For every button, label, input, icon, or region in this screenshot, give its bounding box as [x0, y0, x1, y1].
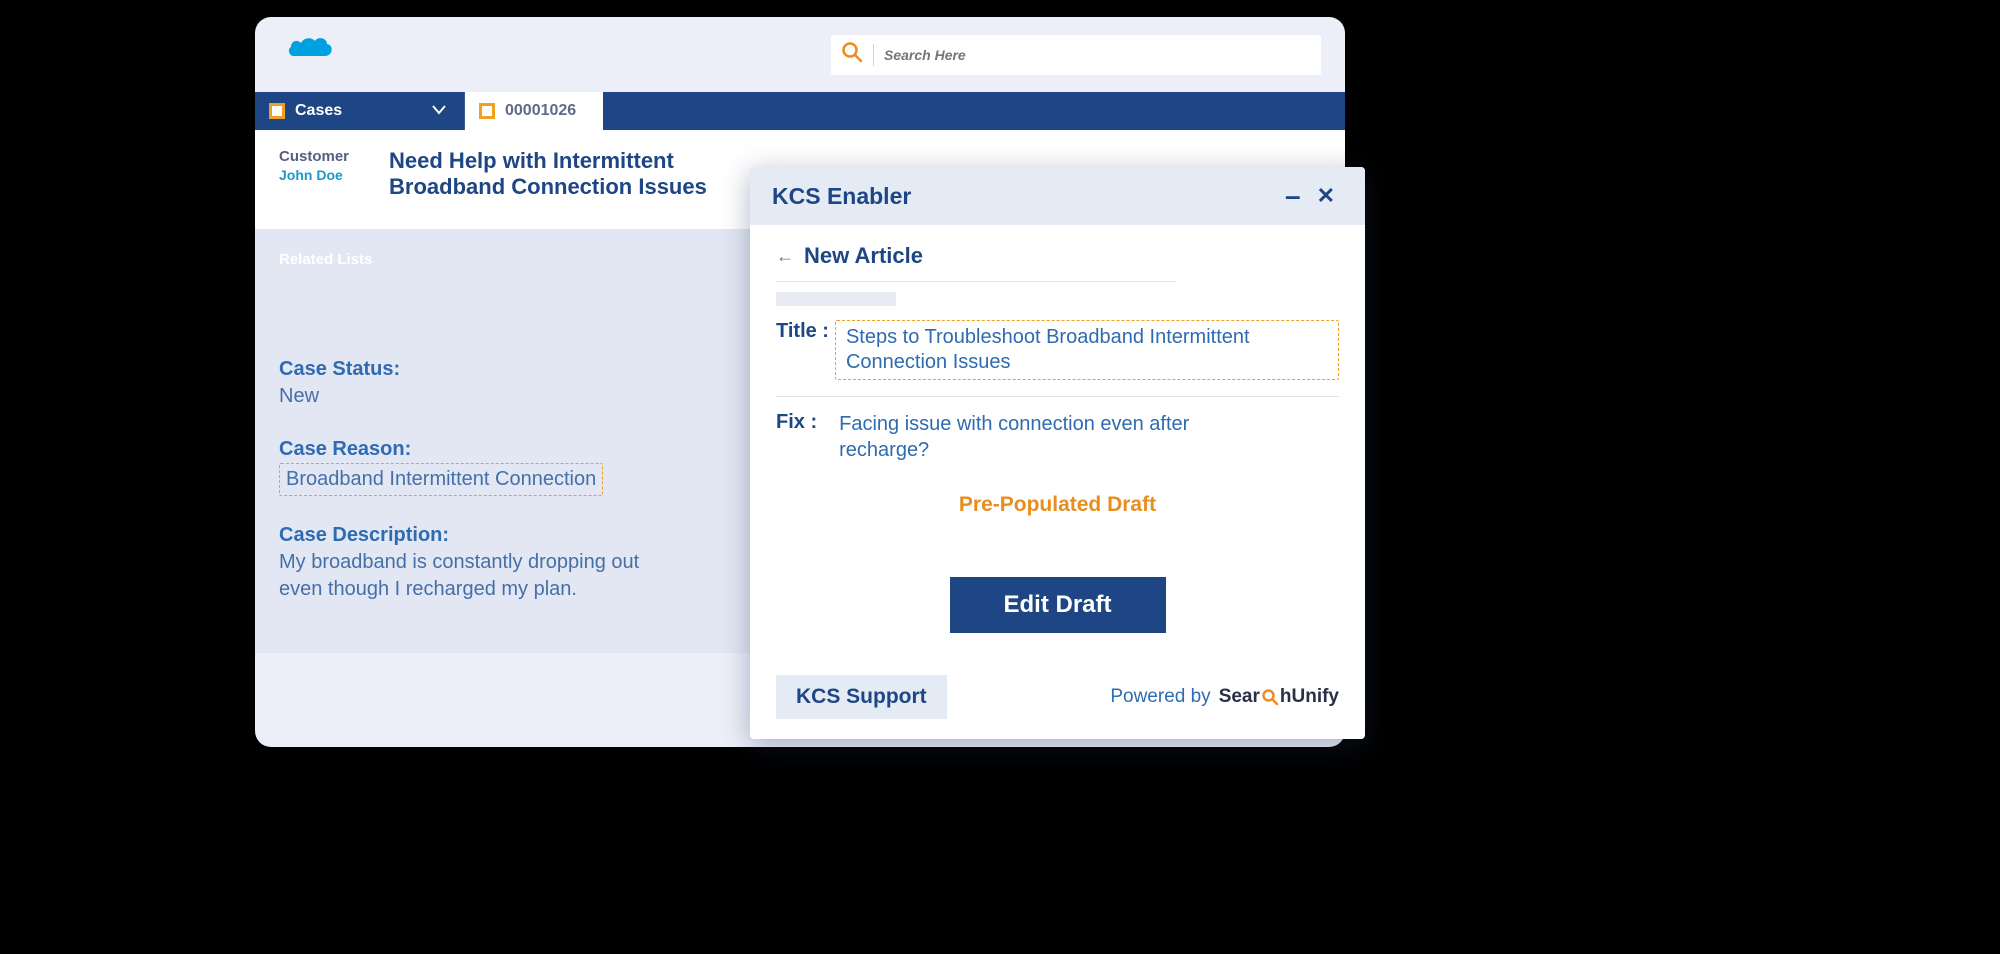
- kcs-panel-body: ← New Article Title : Steps to Troublesh…: [750, 225, 1365, 665]
- edit-draft-button[interactable]: Edit Draft: [950, 577, 1166, 633]
- placeholder-bar: [776, 292, 896, 306]
- article-fix-label: Fix :: [776, 411, 817, 463]
- article-title-row: Title : Steps to Troubleshoot Broadband …: [776, 320, 1339, 397]
- header-bar: [255, 17, 1345, 92]
- article-fix-value: Facing issue with connection even after …: [839, 411, 1199, 463]
- cases-tab-icon: [269, 103, 285, 119]
- customer-label: Customer: [279, 148, 349, 165]
- kcs-panel-title: KCS Enabler: [772, 183, 911, 210]
- kcs-enabler-panel: KCS Enabler – ✕ ← New Article Title : St…: [750, 167, 1365, 739]
- new-article-row: ← New Article: [776, 243, 1176, 282]
- kcs-footer: KCS Support Powered by Sear hUnify: [750, 665, 1365, 739]
- article-title-value: Steps to Troubleshoot Broadband Intermit…: [846, 326, 1250, 373]
- salesforce-window: Cases 00001026 Customer John Doe Need He…: [255, 17, 1345, 747]
- tab-case-number-label: 00001026: [505, 102, 576, 120]
- search-input[interactable]: [884, 47, 1311, 63]
- tabs-bar: Cases 00001026: [255, 92, 1345, 130]
- search-icon: [841, 41, 863, 68]
- chevron-down-icon: [432, 102, 446, 120]
- tab-cases[interactable]: Cases: [255, 92, 465, 130]
- case-reason-highlight: Broadband Intermittent Connection: [279, 463, 603, 496]
- article-title-highlight: Steps to Troubleshoot Broadband Intermit…: [835, 320, 1339, 380]
- search-divider: [873, 44, 874, 66]
- new-article-heading: New Article: [804, 243, 923, 269]
- customer-name[interactable]: John Doe: [279, 167, 349, 183]
- case-subject: Need Help with Intermittent Broadband Co…: [389, 148, 729, 201]
- case-description-value: My broadband is constantly dropping out …: [279, 549, 679, 603]
- magnifier-icon: [1261, 688, 1279, 706]
- minimize-icon[interactable]: –: [1277, 180, 1309, 212]
- tab-cases-label: Cases: [295, 102, 342, 120]
- close-icon[interactable]: ✕: [1309, 183, 1343, 209]
- logo-pre: Sear: [1219, 686, 1260, 708]
- logo-post: hUnify: [1280, 686, 1339, 708]
- prepopulated-draft-label: Pre-Populated Draft: [776, 493, 1339, 517]
- tab-case-number[interactable]: 00001026: [465, 92, 603, 130]
- case-number-tab-icon: [479, 103, 495, 119]
- customer-block: Customer John Doe: [279, 148, 349, 201]
- powered-by: Powered by Sear hUnify: [1110, 686, 1339, 708]
- searchunify-logo: Sear hUnify: [1219, 686, 1339, 708]
- salesforce-cloud-icon: [287, 35, 337, 74]
- global-search[interactable]: [831, 35, 1321, 75]
- powered-by-label: Powered by: [1110, 686, 1210, 708]
- back-arrow-icon[interactable]: ←: [776, 246, 794, 267]
- article-title-label: Title :: [776, 320, 829, 380]
- kcs-panel-header: KCS Enabler – ✕: [750, 167, 1365, 225]
- article-fix-row: Fix : Facing issue with connection even …: [776, 411, 1339, 463]
- kcs-support-button[interactable]: KCS Support: [776, 675, 947, 719]
